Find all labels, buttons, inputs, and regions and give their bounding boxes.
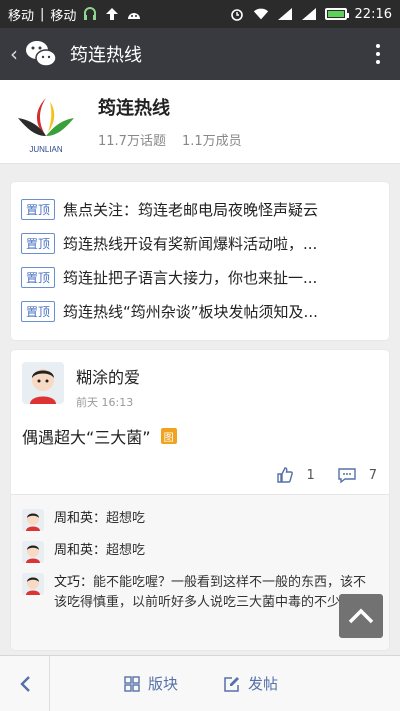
compose-label: 发帖 (248, 675, 279, 693)
topic-count: 11.7万话题 (98, 134, 166, 149)
pinned-tag: 置顶 (21, 232, 56, 254)
like-count: 1 (306, 467, 315, 483)
title-bar: ‹ 筠连热线 (0, 28, 400, 80)
wechat-icon[interactable] (24, 37, 58, 71)
pinned-item[interactable]: 置顶 筠连热线开设有奖新闻爆料活动啦，... (21, 226, 379, 260)
post-card[interactable]: 糊涂的爱 前天 16:13 偶遇超大“三大菌” 图 1 7 周和英：超想吃 周和… (11, 350, 389, 650)
avatar[interactable] (22, 541, 44, 563)
image-badge: 图 (160, 428, 177, 444)
avatar[interactable] (22, 573, 44, 595)
boards-button[interactable]: 版块 (124, 673, 178, 694)
back-button[interactable] (0, 656, 50, 711)
comment-button[interactable]: 7 (337, 466, 377, 484)
group-logo: JUNLIAN (16, 90, 76, 154)
pinned-item[interactable]: 置顶 筠连扯把子语言大接力，你也来扯一... (21, 260, 379, 294)
comment-author: 周和英： (54, 543, 107, 558)
comment-author: 文巧： (54, 575, 94, 590)
android-icon (126, 6, 142, 22)
pinned-title[interactable]: 筠连热线开设有奖新闻爆料活动啦，... (63, 233, 317, 254)
comment-item[interactable]: 文巧：能不能吃喔？一般看到这样不一般的东西，该不该吃得慎重，以前听好多人说吃三大… (22, 573, 378, 613)
comment-author: 周和英： (54, 511, 107, 526)
like-button[interactable]: 1 (276, 466, 315, 484)
group-name: 筠连热线 (98, 98, 170, 119)
grid-icon (124, 675, 140, 692)
chevron-left-icon (19, 675, 30, 692)
comment-text: 超想吃 (106, 543, 146, 558)
comment-item[interactable]: 周和英：超想吃 (22, 509, 378, 531)
carrier-separator: | (40, 6, 45, 22)
comment-count: 7 (368, 467, 377, 483)
pinned-list: 置顶 焦点关注：筠连老邮电局夜晚怪声疑云 置顶 筠连热线开设有奖新闻爆料活动啦，… (11, 182, 389, 340)
clock: 22:16 (354, 6, 392, 22)
status-bar: 移动 | 移动 22:16 (0, 0, 400, 28)
post-time: 前天 16:13 (76, 396, 134, 409)
carrier-1: 移动 (8, 8, 35, 24)
more-menu-icon[interactable] (366, 44, 390, 64)
comment-bubble-icon (338, 468, 356, 484)
logo-text: JUNLIAN (29, 144, 63, 154)
compose-button[interactable]: 发帖 (224, 673, 278, 694)
comment-text: 能不能吃喔？一般看到这样不一般的东西，该不该吃得慎重，以前听好多人说吃三大菌中毒… (54, 575, 367, 610)
pinned-item[interactable]: 置顶 筠连热线“筠州杂谈”板块发帖须知及... (21, 294, 379, 328)
pinned-title[interactable]: 焦点关注：筠连老邮电局夜晚怪声疑云 (63, 199, 318, 220)
pinned-tag: 置顶 (21, 266, 56, 288)
alarm-icon (229, 6, 245, 22)
scroll-to-top-button[interactable] (339, 594, 383, 638)
signal-icon-2 (301, 6, 317, 22)
member-count[interactable]: 1.1万成员 (182, 130, 242, 149)
carrier-2: 移动 (50, 8, 77, 24)
boards-label: 版块 (148, 675, 179, 693)
group-header: JUNLIAN 筠连热线 11.7万话题 1.1万成员 (0, 80, 400, 164)
avatar[interactable] (22, 362, 64, 404)
back-chevron-icon[interactable]: ‹ (10, 42, 18, 66)
upload-arrow-icon (104, 6, 120, 22)
edit-icon (224, 676, 240, 692)
signal-icon-1 (277, 6, 293, 22)
pinned-item[interactable]: 置顶 焦点关注：筠连老邮电局夜晚怪声疑云 (21, 192, 379, 226)
comment-item[interactable]: 周和英：超想吃 (22, 541, 378, 563)
bottom-bar: 版块 发帖 (0, 655, 400, 711)
post-author[interactable]: 糊涂的爱 (76, 364, 140, 388)
comment-text: 超想吃 (106, 511, 146, 526)
post-title[interactable]: 偶遇超大“三大菌” (22, 424, 151, 448)
pinned-title[interactable]: 筠连热线“筠州杂谈”板块发帖须知及... (63, 301, 318, 322)
thumbs-up-icon (277, 467, 294, 483)
pinned-title[interactable]: 筠连扯把子语言大接力，你也来扯一... (63, 267, 317, 288)
chevron-up-icon (348, 608, 374, 624)
comment-list: 周和英：超想吃 周和英：超想吃 文巧：能不能吃喔？一般看到这样不一般的东西，该不… (11, 495, 389, 650)
page-title: 筠连热线 (70, 45, 142, 66)
battery-icon (324, 8, 349, 20)
headset-icon (82, 6, 98, 22)
pinned-tag: 置顶 (21, 300, 56, 322)
pinned-tag: 置顶 (21, 198, 56, 220)
avatar[interactable] (22, 509, 44, 531)
wifi-icon (253, 6, 269, 22)
